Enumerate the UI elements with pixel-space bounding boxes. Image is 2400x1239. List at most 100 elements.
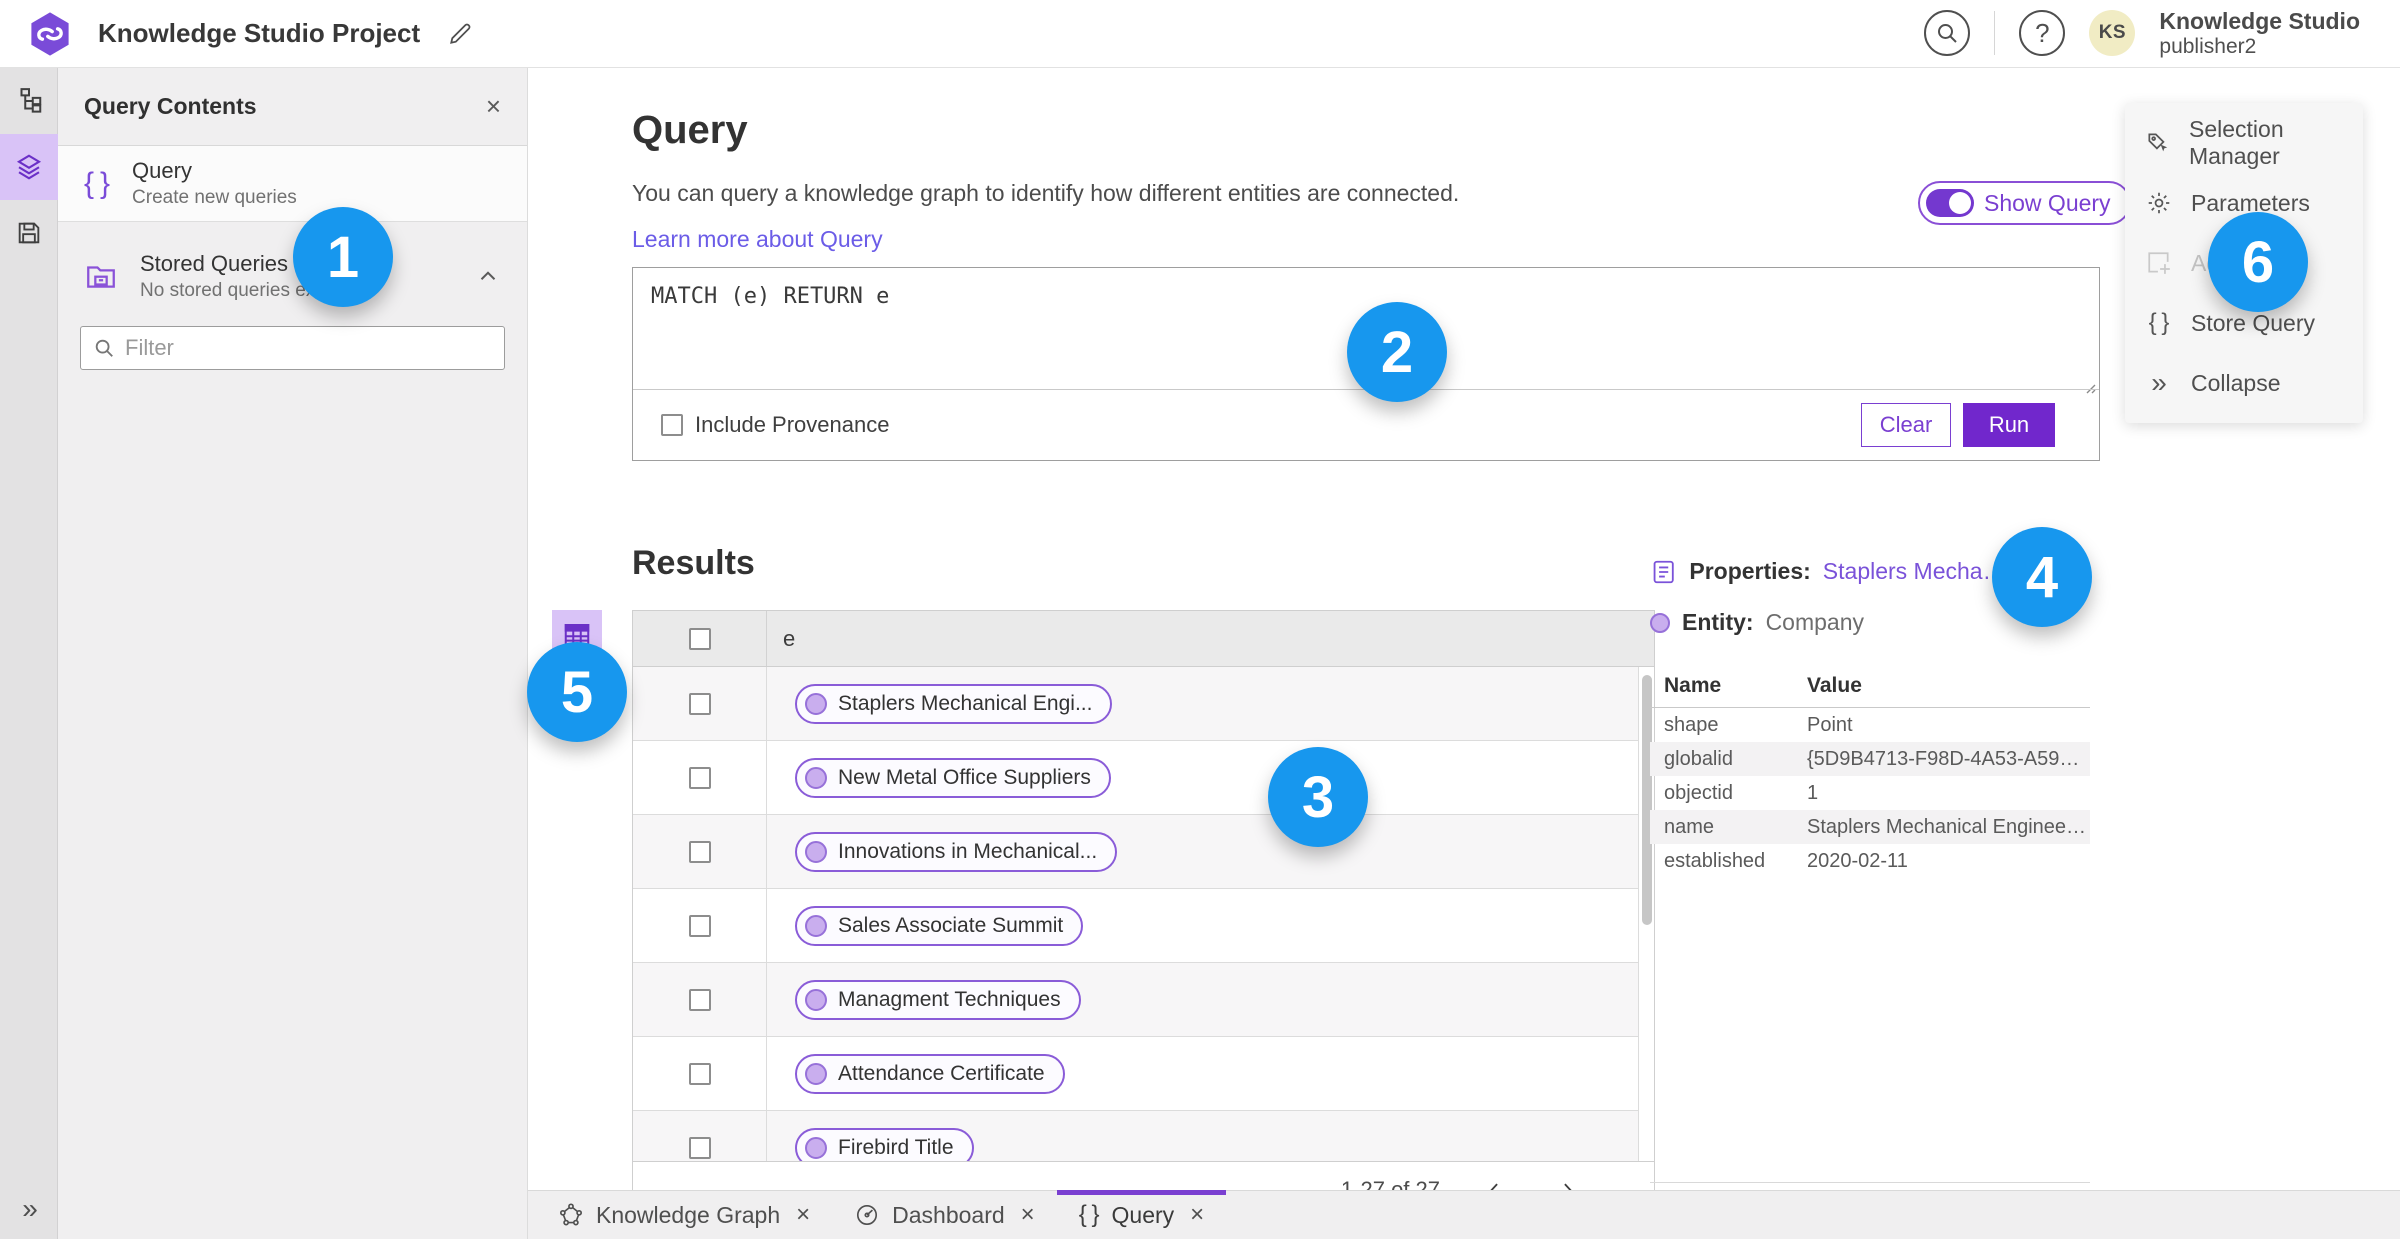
row-checkbox[interactable] xyxy=(688,988,711,1011)
properties-entity-link[interactable]: Staplers Mechanic... xyxy=(1823,558,2013,585)
entity-pill-label: Firebird Title xyxy=(838,1135,954,1159)
annotation-badge-6: 6 xyxy=(2208,212,2308,312)
table-row[interactable]: Sales Associate Summit xyxy=(633,889,1638,963)
clear-button[interactable]: Clear xyxy=(1861,403,1951,447)
entity-value: Company xyxy=(1765,609,1864,635)
entity-dot-icon xyxy=(805,692,827,715)
select-all-checkbox[interactable] xyxy=(688,627,711,650)
entity-pill-label: Innovations in Mechanical... xyxy=(838,839,1098,863)
entity-pill[interactable]: Firebird Title xyxy=(795,1127,974,1161)
gear-icon xyxy=(2145,190,2173,216)
table-row[interactable]: Innovations in Mechanical... xyxy=(633,815,1638,889)
annotation-badge-3: 3 xyxy=(1268,747,1368,847)
user-avatar[interactable]: KS xyxy=(2089,10,2136,57)
run-button[interactable]: Run xyxy=(1963,403,2055,447)
show-query-toggle[interactable]: Show Query xyxy=(1918,181,2131,225)
query-item-label: Query xyxy=(132,158,192,183)
filter-input[interactable] xyxy=(125,335,492,361)
entity-pill-label: Staplers Mechanical Engi... xyxy=(838,691,1093,715)
entity-pill[interactable]: Sales Associate Summit xyxy=(795,905,1084,946)
rail-item-save[interactable] xyxy=(0,200,58,266)
show-query-label: Show Query xyxy=(1984,189,2111,216)
query-item-description: Create new queries xyxy=(132,187,297,208)
stored-queries-item[interactable]: Stored Queries No stored queries exist xyxy=(58,236,527,316)
row-checkbox[interactable] xyxy=(688,766,711,789)
braces-icon: { } xyxy=(1078,1201,1100,1228)
property-name: shape xyxy=(1664,713,1719,736)
table-row[interactable]: Staplers Mechanical Engi... xyxy=(633,667,1638,741)
entity-pill-label: Sales Associate Summit xyxy=(838,913,1064,937)
close-tab-icon[interactable]: × xyxy=(1021,1201,1035,1229)
rail-item-hierarchy[interactable] xyxy=(0,68,58,134)
entity-pill[interactable]: Managment Techniques xyxy=(795,979,1081,1020)
main-content: Query You can query a knowledge graph to… xyxy=(528,68,2400,1224)
properties-label: Properties: xyxy=(1689,558,1811,584)
query-item[interactable]: { } Query Create new queries xyxy=(58,146,527,222)
entity-type-dot-icon xyxy=(1650,612,1670,633)
property-value: 2020-02-11 xyxy=(1807,849,1908,872)
learn-more-link[interactable]: Learn more about Query xyxy=(632,226,883,253)
entity-pill[interactable]: New Metal Office Suppliers xyxy=(795,757,1111,798)
table-row[interactable]: Firebird Title xyxy=(633,1111,1638,1161)
close-tab-icon[interactable]: × xyxy=(1190,1201,1204,1229)
query-contents-panel: Query Contents × { } Query Create new qu… xyxy=(58,68,528,1239)
row-checkbox[interactable] xyxy=(688,840,711,863)
selection-manager-label: Selection Manager xyxy=(2189,116,2284,169)
tab-dashboard[interactable]: Dashboard × xyxy=(832,1191,1057,1239)
left-icon-rail: » xyxy=(0,68,58,1239)
save-icon xyxy=(18,222,40,244)
tab-query[interactable]: { } Query × xyxy=(1056,1189,1227,1239)
edit-title-icon[interactable] xyxy=(446,20,474,48)
table-row[interactable]: Managment Techniques xyxy=(633,963,1638,1037)
row-checkbox[interactable] xyxy=(688,1062,711,1085)
results-table-body: Staplers Mechanical Engi... New Metal Of… xyxy=(633,667,1654,1161)
close-tab-icon[interactable]: × xyxy=(796,1201,810,1229)
stored-queries-folder-icon xyxy=(87,266,115,288)
property-name: objectid xyxy=(1664,781,1733,804)
property-row: globalid {5D9B4713-F98D-4A53-A59F-C11... xyxy=(1650,742,2090,776)
properties-rows: shape Point globalid {5D9B4713-F98D-4A53… xyxy=(1650,708,2090,878)
entity-pill[interactable]: Staplers Mechanical Engi... xyxy=(795,683,1113,724)
bottom-tab-bar: Knowledge Graph × Dashboard × { } Query … xyxy=(528,1189,2400,1239)
help-button[interactable]: ? xyxy=(2019,10,2066,57)
entity-pill[interactable]: Attendance Certificate xyxy=(795,1053,1065,1094)
search-button[interactable] xyxy=(1924,10,1971,57)
expand-rail-button[interactable]: » xyxy=(0,1193,58,1225)
rail-item-layers[interactable] xyxy=(0,134,58,200)
include-provenance-checkbox[interactable] xyxy=(661,414,683,436)
name-column-header: Name xyxy=(1664,674,1722,697)
entity-label: Entity: xyxy=(1682,609,1754,635)
entity-pill[interactable]: Innovations in Mechanical... xyxy=(795,831,1118,872)
store-query-label: Store Query xyxy=(2191,309,2315,336)
tab-label: Knowledge Graph xyxy=(596,1201,781,1228)
tab-knowledge-graph[interactable]: Knowledge Graph × xyxy=(536,1191,832,1239)
property-row: objectid 1 xyxy=(1650,776,2090,810)
app-logo-icon[interactable] xyxy=(26,10,74,58)
add-to-map-icon xyxy=(2145,250,2173,276)
selection-manager-item[interactable]: Selection Manager xyxy=(2125,113,2363,173)
collapse-item[interactable]: » Collapse xyxy=(2125,353,2363,413)
filter-search-icon xyxy=(95,339,113,357)
table-row[interactable]: Attendance Certificate xyxy=(633,1037,1638,1111)
collapse-section-icon[interactable] xyxy=(475,263,501,289)
user-role: publisher2 xyxy=(2159,34,2257,58)
user-menu[interactable]: Knowledge Studio publisher2 xyxy=(2159,8,2360,59)
table-row[interactable]: New Metal Office Suppliers xyxy=(633,741,1638,815)
row-checkbox[interactable] xyxy=(688,1136,711,1159)
layers-icon xyxy=(16,154,42,180)
tab-label: Query xyxy=(1111,1201,1175,1228)
properties-icon xyxy=(1653,560,1674,583)
results-table-header: e xyxy=(633,611,1654,667)
property-name: established xyxy=(1664,849,1766,872)
close-panel-icon[interactable]: × xyxy=(486,91,501,122)
results-table: e Staplers Mechanical Engi... New Metal … xyxy=(632,610,1655,1218)
collapse-chevrons-icon: » xyxy=(2151,367,2167,398)
braces-icon: { } xyxy=(84,166,111,200)
row-checkbox[interactable] xyxy=(688,692,711,715)
toggle-switch[interactable] xyxy=(1926,189,1974,217)
row-checkbox[interactable] xyxy=(688,914,711,937)
property-row: shape Point xyxy=(1650,708,2090,742)
property-value: 1 xyxy=(1807,781,1819,804)
query-page-title: Query xyxy=(632,108,748,152)
stored-queries-filter[interactable] xyxy=(80,326,505,370)
